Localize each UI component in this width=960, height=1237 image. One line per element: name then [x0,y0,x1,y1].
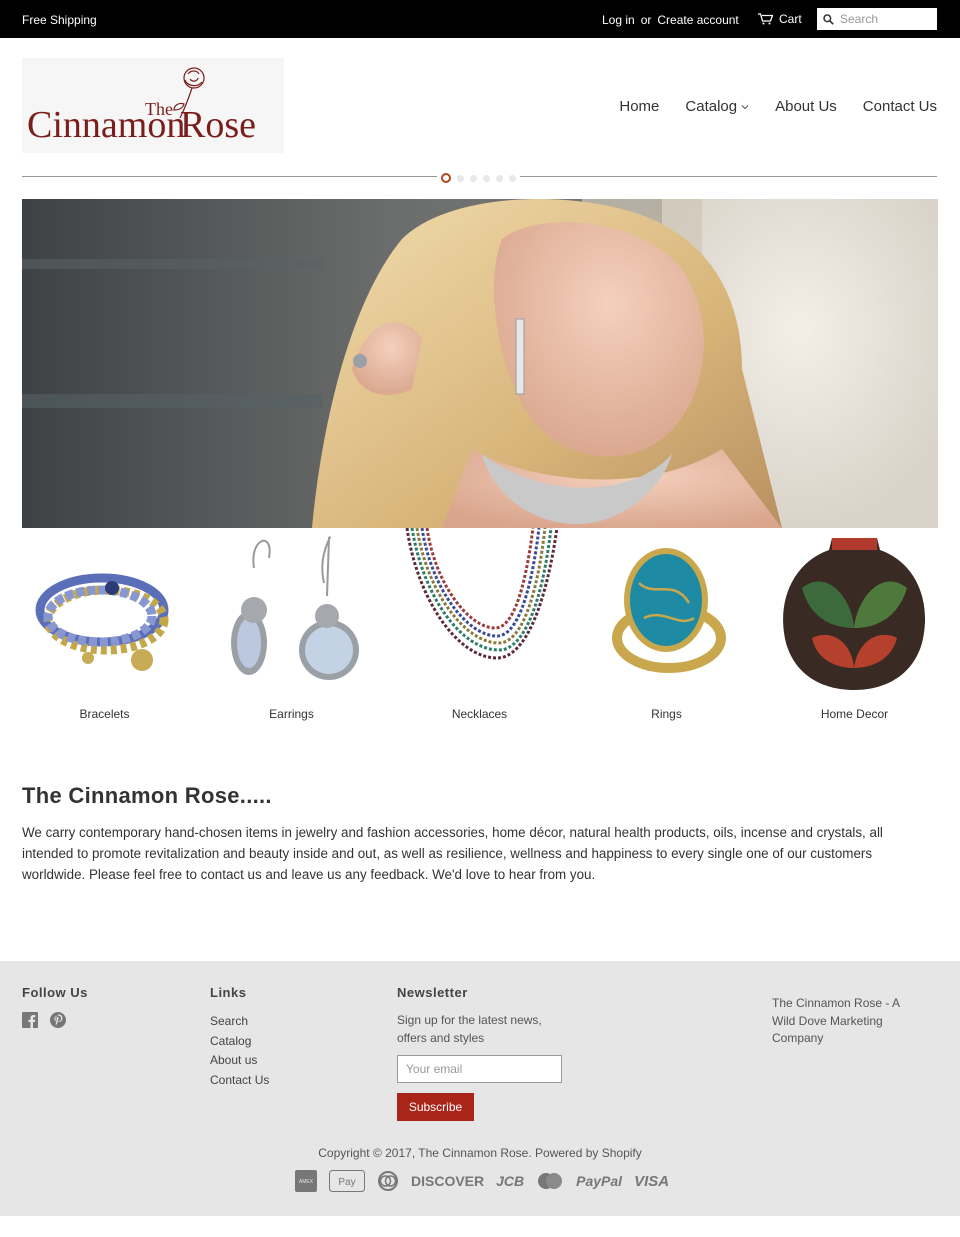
newsletter-title: Newsletter [397,985,468,1000]
footer-newsletter: Newsletter Sign up for the latest news, … [397,985,567,1121]
copyright: Copyright © 2017, The Cinnamon Rose. Pow… [318,1146,642,1160]
paypal-icon: PayPal [576,1173,623,1189]
footer-link-about[interactable]: About us [210,1051,269,1071]
ring-image [612,548,726,673]
cart-link[interactable]: Cart [758,12,802,26]
apple-pay-icon: Pay [329,1170,365,1192]
hero-image [22,199,938,528]
email-field[interactable] [397,1055,562,1083]
about-title: The Cinnamon Rose..... [22,783,272,808]
main-nav: Home Catalog About Us Contact Us [619,98,937,115]
bracelet-image [35,573,169,671]
mastercard-icon [538,1173,563,1189]
footer-link-catalog[interactable]: Catalog [210,1032,269,1052]
earrings-image [231,536,359,680]
cart-icon [758,13,773,25]
subscribe-button[interactable]: Subscribe [397,1093,474,1121]
or-text: or [640,13,652,27]
category-bracelets[interactable]: Bracelets [22,528,187,721]
nav-catalog-label: Catalog [685,98,738,115]
create-account-link[interactable]: Create account [657,13,738,27]
slide-dot-3[interactable] [470,174,477,182]
footer: Follow Us Links Search Catalog About us … [0,961,960,1216]
pinterest-icon[interactable] [50,1012,66,1028]
chevron-down-icon [741,104,749,109]
svg-text:AMEX: AMEX [299,1179,314,1185]
category-grid: Bracelets Earrings Necklaces Rings Home … [22,527,938,721]
category-earrings[interactable]: Earrings [209,528,374,721]
store-logo[interactable]: The Cinnamon Rose [22,58,284,153]
search-icon[interactable] [823,13,834,25]
logo-cinnamon: Cinnamon [27,104,185,146]
about-text: We carry contemporary hand-chosen items … [22,825,883,882]
category-label: Necklaces [451,707,508,721]
login-link[interactable]: Log in [602,13,635,27]
copyright-store-link[interactable]: The Cinnamon Rose [418,1146,528,1160]
slide-dot-6[interactable] [509,174,516,182]
hero-slide[interactable] [22,199,938,528]
footer-links: Links Search Catalog About us Contact Us [210,985,269,1090]
slide-dot-2[interactable] [457,174,464,182]
category-rings[interactable]: Rings [584,528,749,721]
company-text: The Cinnamon Rose - A Wild Dove Marketin… [772,996,900,1045]
category-label: Bracelets [79,707,130,721]
footer-link-search[interactable]: Search [210,1012,269,1032]
vase-image [783,538,926,690]
copyright-prefix: Copyright © 2017, [318,1146,416,1160]
amex-icon: AMEX [295,1170,317,1192]
category-label: Rings [651,707,682,721]
footer-link-contact[interactable]: Contact Us [210,1071,269,1091]
facebook-icon[interactable] [22,1012,38,1028]
cinnamon-rose-logo: The Cinnamon Rose [27,67,256,146]
discover-icon: DISCOVER [411,1173,485,1189]
search-box[interactable] [817,8,937,30]
slider-pagination [437,173,520,183]
free-shipping-text: Free Shipping [22,13,97,27]
links-title: Links [210,985,247,1000]
newsletter-text: Sign up for the latest news, offers and … [397,1013,542,1045]
slide-dot-4[interactable] [483,174,490,182]
footer-follow: Follow Us [22,985,88,1028]
search-input[interactable] [840,12,930,26]
category-label: Home Decor [820,707,889,721]
announcement-bar: Free Shipping Log in or Create account C… [0,0,960,38]
diners-club-icon [378,1171,398,1191]
social-links [22,1012,88,1028]
category-necklaces[interactable]: Necklaces [397,527,562,721]
payment-icons: AMEX Pay DISCOVER JCB PayPal VISA [295,1170,669,1192]
slide-dot-5[interactable] [496,174,503,182]
cart-label: Cart [779,12,802,26]
jcb-icon: JCB [496,1173,525,1189]
account-links: Log in or Create account [602,13,739,27]
follow-title: Follow Us [22,985,88,1000]
category-label: Earrings [269,707,314,721]
logo-rose: Rose [180,104,256,146]
svg-text:Pay: Pay [338,1177,355,1188]
nav-catalog[interactable]: Catalog [685,98,749,115]
visa-icon: VISA [634,1172,670,1190]
necklace-image [405,527,559,660]
slide-dot-1[interactable] [441,173,451,183]
powered-by-link[interactable]: Powered by Shopify [535,1146,642,1160]
category-home-decor[interactable]: Home Decor [772,528,937,721]
nav-home[interactable]: Home [619,98,659,115]
nav-about[interactable]: About Us [775,98,837,115]
nav-contact[interactable]: Contact Us [863,98,937,115]
